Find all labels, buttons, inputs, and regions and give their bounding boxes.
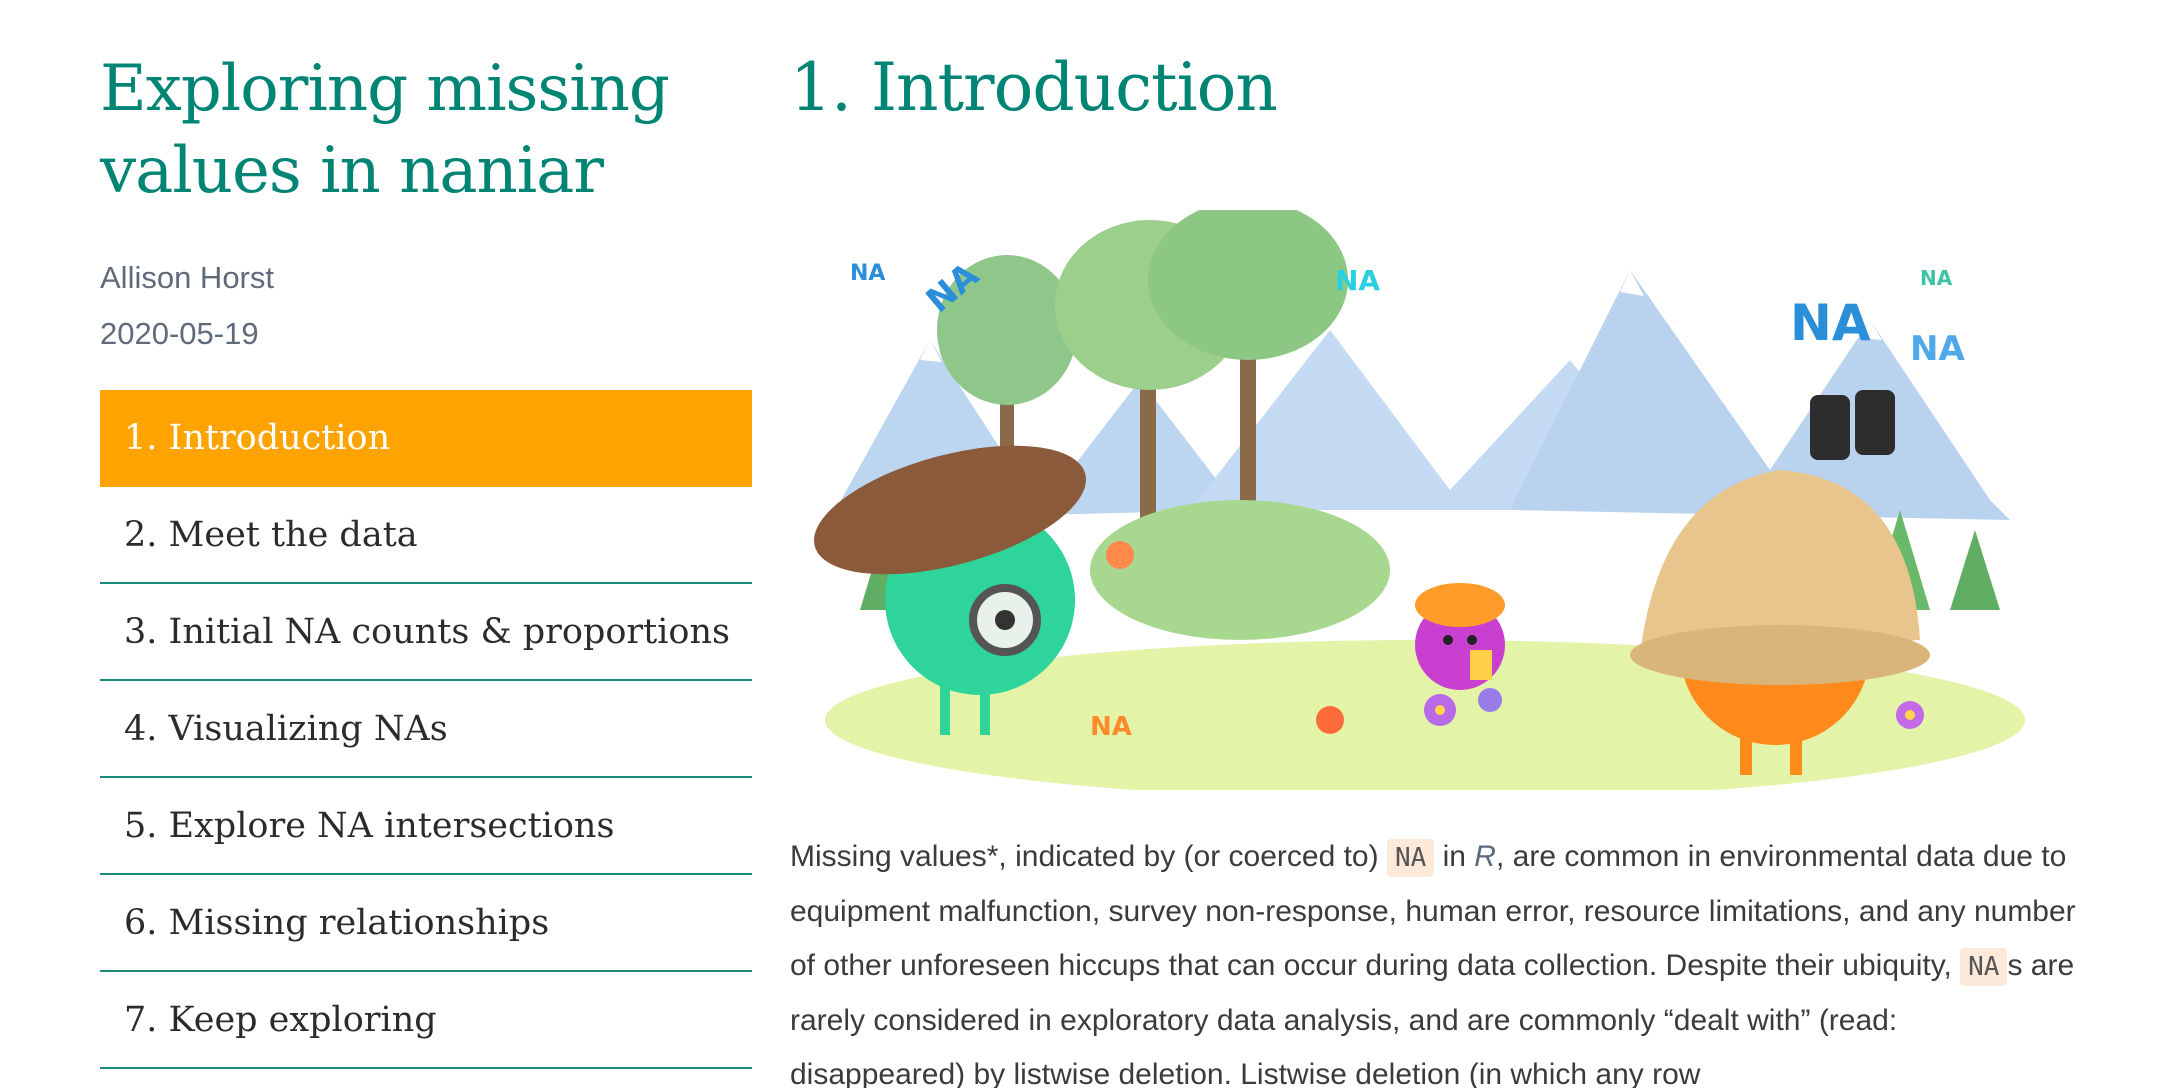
paragraph-text: in — [1434, 840, 1475, 873]
na-bird-label: NA — [1910, 329, 1965, 369]
sidebar: Exploring missing values in naniar Allis… — [100, 0, 752, 1069]
toc-item-visualizing-nas[interactable]: 4. Visualizing NAs — [100, 681, 752, 778]
author-name: Allison Horst — [100, 260, 274, 295]
toc-item-na-intersections[interactable]: 5. Explore NA intersections — [100, 778, 752, 875]
section-title: 1. Introduction — [790, 49, 1278, 126]
table-of-contents: 1. Introduction 2. Meet the data 3. Init… — [100, 390, 752, 1069]
na-code: NA — [1386, 839, 1435, 877]
toc-item-missing-relationships[interactable]: 6. Missing relationships — [100, 875, 752, 972]
small-character — [1415, 583, 1505, 690]
toc-item-keep-exploring[interactable]: 7. Keep exploring — [100, 972, 752, 1069]
r-link[interactable]: R — [1474, 840, 1496, 873]
paragraph-text: Missing values*, indicated by (or coerce… — [790, 840, 1387, 873]
main-content: 1. Introduction NA NA NA NA NA NA NA Mis… — [790, 0, 2080, 1088]
illustration-image: NA NA NA NA NA NA NA — [814, 210, 2025, 790]
intro-paragraph: Missing values*, indicated by (or coerce… — [790, 830, 2080, 1088]
toc-item-meet-the-data[interactable]: 2. Meet the data — [100, 487, 752, 584]
toc-item-introduction[interactable]: 1. Introduction — [100, 390, 752, 487]
publish-date: 2020-05-19 — [100, 316, 259, 351]
na-bird-label: NA — [1920, 266, 1953, 290]
na-code: NA — [1960, 948, 2008, 986]
na-bird-label: NA — [1790, 294, 1871, 352]
na-bird-label: NA — [850, 261, 885, 286]
site-title: Exploring missing values in naniar — [100, 52, 670, 208]
na-bird-label: NA — [1335, 264, 1380, 297]
na-ground-label: NA — [1090, 712, 1132, 742]
toc-item-initial-na-counts[interactable]: 3. Initial NA counts & proportions — [100, 584, 752, 681]
